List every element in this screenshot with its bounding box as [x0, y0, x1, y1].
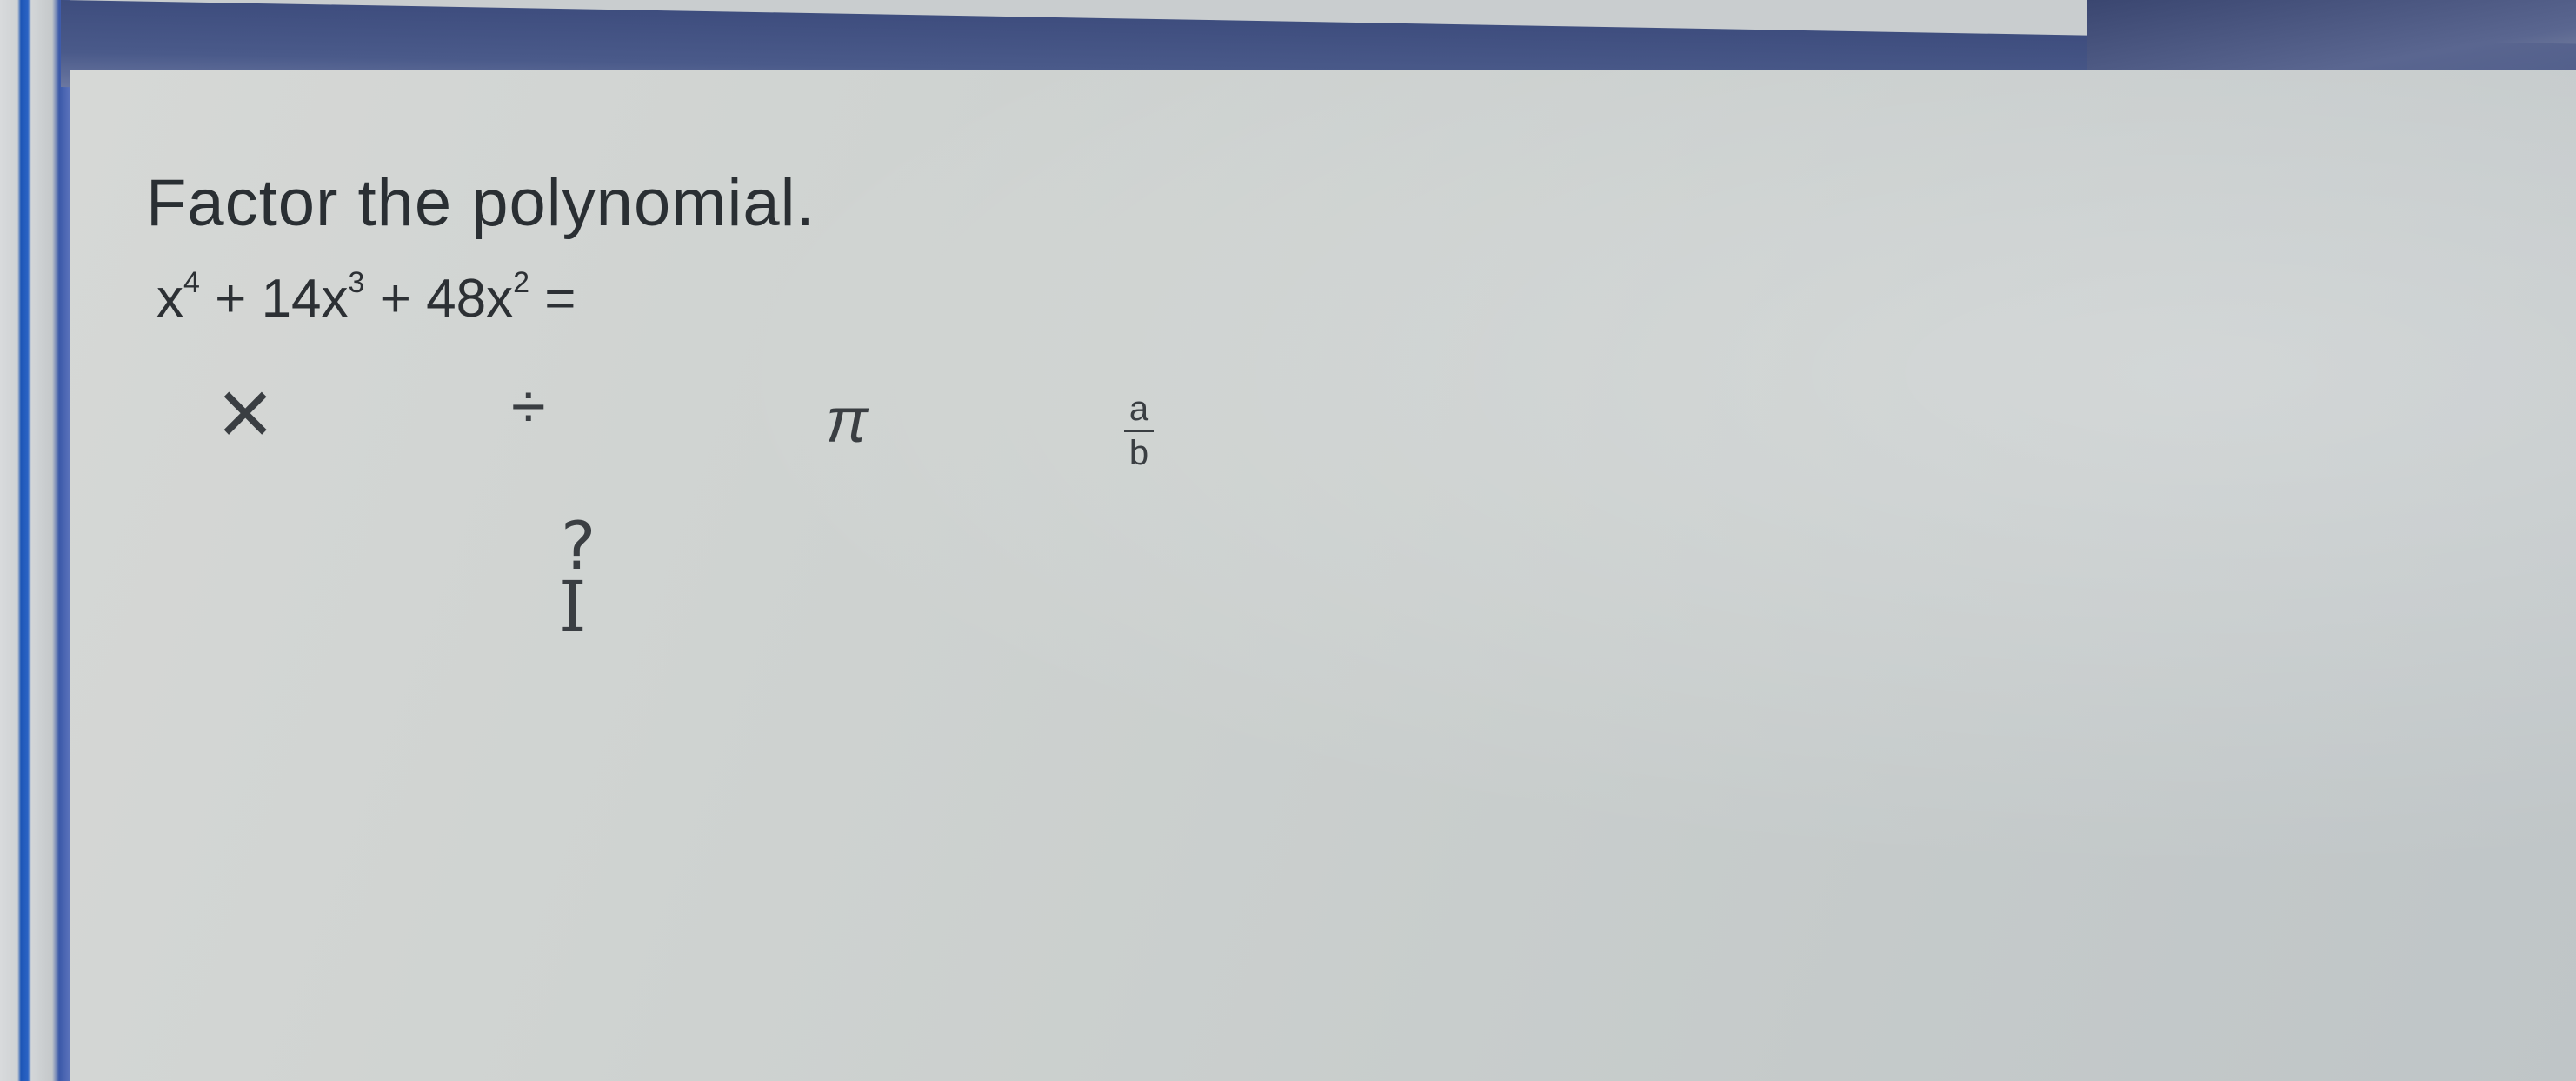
equals-sign: = — [529, 269, 576, 329]
pi-button[interactable]: π — [826, 390, 868, 452]
math-toolbar: × ÷ π a b ? I — [70, 348, 2576, 678]
fraction-numerator: a — [1128, 390, 1149, 428]
question-panel: Factor the polynomial. x4 + 14x3 + 48x2 … — [70, 70, 2576, 1081]
question-instruction: Factor the polynomial. — [146, 166, 815, 240]
term2-coefficient: + 14x — [199, 269, 349, 329]
window-left-frame — [0, 0, 70, 1081]
divide-button[interactable]: ÷ — [511, 376, 546, 438]
term3-exponent: 2 — [513, 266, 530, 299]
multiply-button[interactable]: × — [217, 365, 273, 461]
polynomial-expression: x4 + 14x3 + 48x2 = — [156, 266, 576, 330]
fraction-button[interactable]: a b — [1122, 391, 1156, 470]
fraction-denominator: b — [1128, 434, 1149, 472]
term1-base: x — [156, 269, 183, 329]
term1-exponent: 4 — [183, 266, 200, 299]
text-cursor-icon: I — [559, 566, 587, 647]
fraction-bar — [1124, 430, 1154, 432]
term3-coefficient: + 48x — [364, 269, 514, 329]
term2-exponent: 3 — [348, 266, 365, 299]
